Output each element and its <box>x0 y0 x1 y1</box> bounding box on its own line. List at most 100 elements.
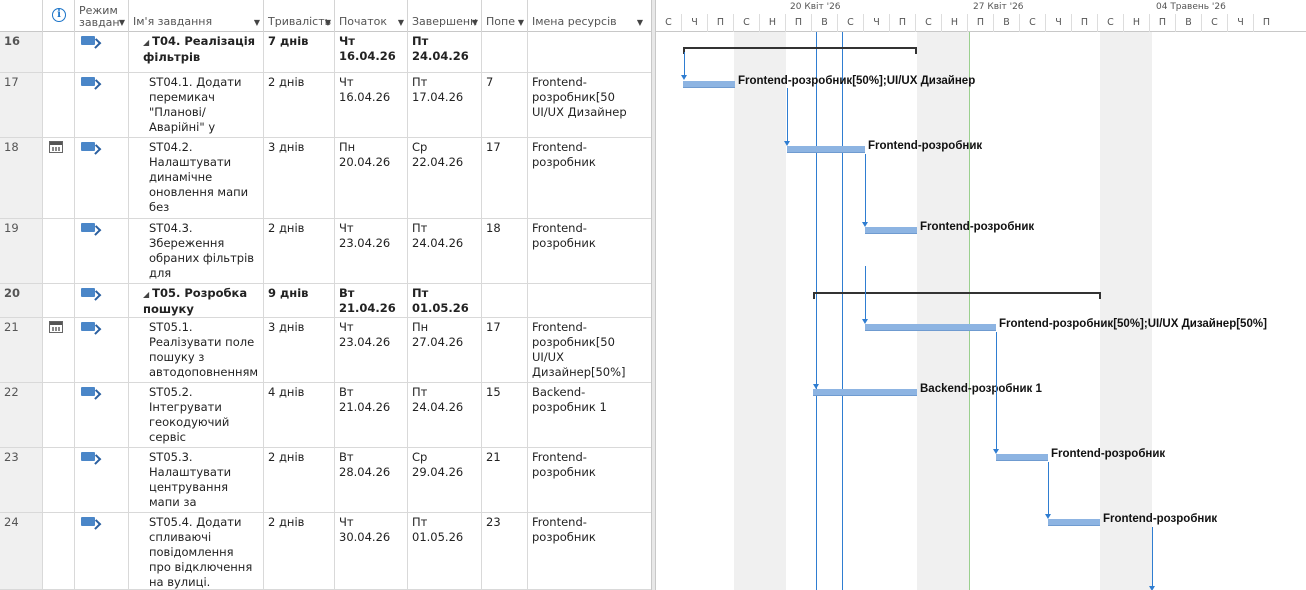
start-cell[interactable]: Чт 23.04.26 <box>335 219 408 283</box>
duration-cell[interactable]: 3 днів <box>264 138 335 218</box>
predecessors-cell[interactable]: 7 <box>482 73 528 137</box>
start-cell[interactable]: Чт 16.04.26 <box>335 32 408 72</box>
duration-cell[interactable]: 2 днів <box>264 219 335 283</box>
row-id[interactable]: 24 <box>0 513 43 589</box>
predecessors-cell[interactable] <box>482 284 528 317</box>
finish-cell[interactable]: Пт 24.04.26 <box>408 219 482 283</box>
table-row[interactable]: 18 ST04.2. Налаштувати динамічне оновлен… <box>0 138 651 219</box>
task-name-cell[interactable]: ◢ T04. Реалізація фільтрів <box>129 32 264 72</box>
predecessors-cell[interactable]: 15 <box>482 383 528 447</box>
row-id[interactable]: 23 <box>0 448 43 512</box>
finish-cell[interactable]: Пт 24.04.26 <box>408 383 482 447</box>
finish-cell[interactable]: Ср 22.04.26 <box>408 138 482 218</box>
resources-cell[interactable]: Frontend-розробник[50 UI/UX Дизайнер[50%… <box>528 318 651 382</box>
duration-cell[interactable]: 2 днів <box>264 73 335 137</box>
predecessors-cell[interactable]: 17 <box>482 318 528 382</box>
task-bar[interactable] <box>865 324 996 331</box>
dropdown-arrow-icon[interactable]: ▼ <box>637 18 643 27</box>
table-row[interactable]: 24 ST05.4. Додати спливаючі повідомлення… <box>0 513 651 590</box>
dropdown-arrow-icon[interactable]: ▼ <box>398 18 404 27</box>
task-bar[interactable] <box>996 454 1048 461</box>
task-mode-cell[interactable] <box>75 513 129 589</box>
task-name-cell[interactable]: ST04.2. Налаштувати динамічне оновлення … <box>129 138 264 218</box>
header-resources[interactable]: Імена ресурсів ▼ <box>528 0 651 32</box>
row-id[interactable]: 20 <box>0 284 43 317</box>
summary-bar[interactable] <box>813 292 1101 299</box>
header-name[interactable]: Ім'я завдання ▼ <box>129 0 264 32</box>
resources-cell[interactable] <box>528 284 651 317</box>
header-finish[interactable]: Завершенн ▼ <box>408 0 482 32</box>
dropdown-arrow-icon[interactable]: ▼ <box>472 18 478 27</box>
resources-cell[interactable]: Backend-розробник 1 <box>528 383 651 447</box>
dropdown-arrow-icon[interactable]: ▼ <box>119 18 125 27</box>
duration-cell[interactable]: 9 днів <box>264 284 335 317</box>
header-indicators[interactable]: i <box>43 0 75 32</box>
collapse-triangle-icon[interactable]: ◢ <box>143 290 149 299</box>
start-cell[interactable]: Чт 23.04.26 <box>335 318 408 382</box>
task-mode-cell[interactable] <box>75 383 129 447</box>
finish-cell[interactable]: Пт 17.04.26 <box>408 73 482 137</box>
duration-cell[interactable]: 3 днів <box>264 318 335 382</box>
finish-cell[interactable]: Пт 24.04.26 <box>408 32 482 72</box>
resources-cell[interactable] <box>528 32 651 72</box>
resources-cell[interactable]: Frontend-розробник <box>528 448 651 512</box>
task-mode-cell[interactable] <box>75 73 129 137</box>
task-name-cell[interactable]: ST04.3. Збереження обраних фільтрів для … <box>129 219 264 283</box>
start-cell[interactable]: Чт 30.04.26 <box>335 513 408 589</box>
dropdown-arrow-icon[interactable]: ▼ <box>325 18 331 27</box>
predecessors-cell[interactable] <box>482 32 528 72</box>
start-cell[interactable]: Чт 16.04.26 <box>335 73 408 137</box>
header-start[interactable]: Початок ▼ <box>335 0 408 32</box>
task-bar[interactable] <box>813 389 917 396</box>
finish-cell[interactable]: Пт 01.05.26 <box>408 284 482 317</box>
row-id[interactable]: 16 <box>0 32 43 72</box>
task-mode-cell[interactable] <box>75 219 129 283</box>
start-cell[interactable]: Вт 21.04.26 <box>335 383 408 447</box>
header-id[interactable] <box>0 0 43 32</box>
finish-cell[interactable]: Ср 29.04.26 <box>408 448 482 512</box>
resources-cell[interactable]: Frontend-розробник <box>528 219 651 283</box>
summary-bar[interactable] <box>683 47 917 54</box>
table-row[interactable]: 17 ST04.1. Додати перемикач "Планові/Ава… <box>0 73 651 138</box>
task-name-cell[interactable]: ◢ T05. Розробка пошуку <box>129 284 264 317</box>
duration-cell[interactable]: 7 днів <box>264 32 335 72</box>
task-mode-cell[interactable] <box>75 318 129 382</box>
dropdown-arrow-icon[interactable]: ▼ <box>254 18 260 27</box>
header-mode[interactable]: Режим завдан ▼ <box>75 0 129 32</box>
dropdown-arrow-icon[interactable]: ▼ <box>518 18 524 27</box>
row-id[interactable]: 19 <box>0 219 43 283</box>
finish-cell[interactable]: Пт 01.05.26 <box>408 513 482 589</box>
predecessors-cell[interactable]: 21 <box>482 448 528 512</box>
start-cell[interactable]: Пн 20.04.26 <box>335 138 408 218</box>
table-row[interactable]: 22 ST05.2. Інтегрувати геокодуючий серві… <box>0 383 651 448</box>
table-row[interactable]: 23 ST05.3. Налаштувати центрування мапи … <box>0 448 651 513</box>
predecessors-cell[interactable]: 23 <box>482 513 528 589</box>
task-mode-cell[interactable] <box>75 32 129 72</box>
task-name-cell[interactable]: ST05.1. Реалізувати поле пошуку з автодо… <box>129 318 264 382</box>
predecessors-cell[interactable]: 17 <box>482 138 528 218</box>
finish-cell[interactable]: Пн 27.04.26 <box>408 318 482 382</box>
duration-cell[interactable]: 2 днів <box>264 448 335 512</box>
task-bar[interactable] <box>683 81 735 88</box>
task-mode-cell[interactable] <box>75 284 129 317</box>
task-name-cell[interactable]: ST05.2. Інтегрувати геокодуючий сервіс (… <box>129 383 264 447</box>
table-row[interactable]: 16 ◢ T04. Реалізація фільтрів 7 днів Чт 1… <box>0 32 651 73</box>
task-mode-cell[interactable] <box>75 448 129 512</box>
duration-cell[interactable]: 2 днів <box>264 513 335 589</box>
collapse-triangle-icon[interactable]: ◢ <box>143 38 149 47</box>
task-name-cell[interactable]: ST04.1. Додати перемикач "Планові/Аварій… <box>129 73 264 137</box>
row-id[interactable]: 17 <box>0 73 43 137</box>
table-row[interactable]: 20 ◢ T05. Розробка пошуку 9 днів Вт 21.04… <box>0 284 651 318</box>
predecessors-cell[interactable]: 18 <box>482 219 528 283</box>
start-cell[interactable]: Вт 21.04.26 <box>335 284 408 317</box>
row-id[interactable]: 18 <box>0 138 43 218</box>
duration-cell[interactable]: 4 днів <box>264 383 335 447</box>
row-id[interactable]: 22 <box>0 383 43 447</box>
table-row[interactable]: 19 ST04.3. Збереження обраних фільтрів д… <box>0 219 651 284</box>
start-cell[interactable]: Вт 28.04.26 <box>335 448 408 512</box>
table-row[interactable]: 21 ST05.1. Реалізувати поле пошуку з авт… <box>0 318 651 383</box>
task-bar[interactable] <box>1048 519 1100 526</box>
task-name-cell[interactable]: ST05.4. Додати спливаючі повідомлення пр… <box>129 513 264 589</box>
resources-cell[interactable]: Frontend-розробник <box>528 138 651 218</box>
row-id[interactable]: 21 <box>0 318 43 382</box>
